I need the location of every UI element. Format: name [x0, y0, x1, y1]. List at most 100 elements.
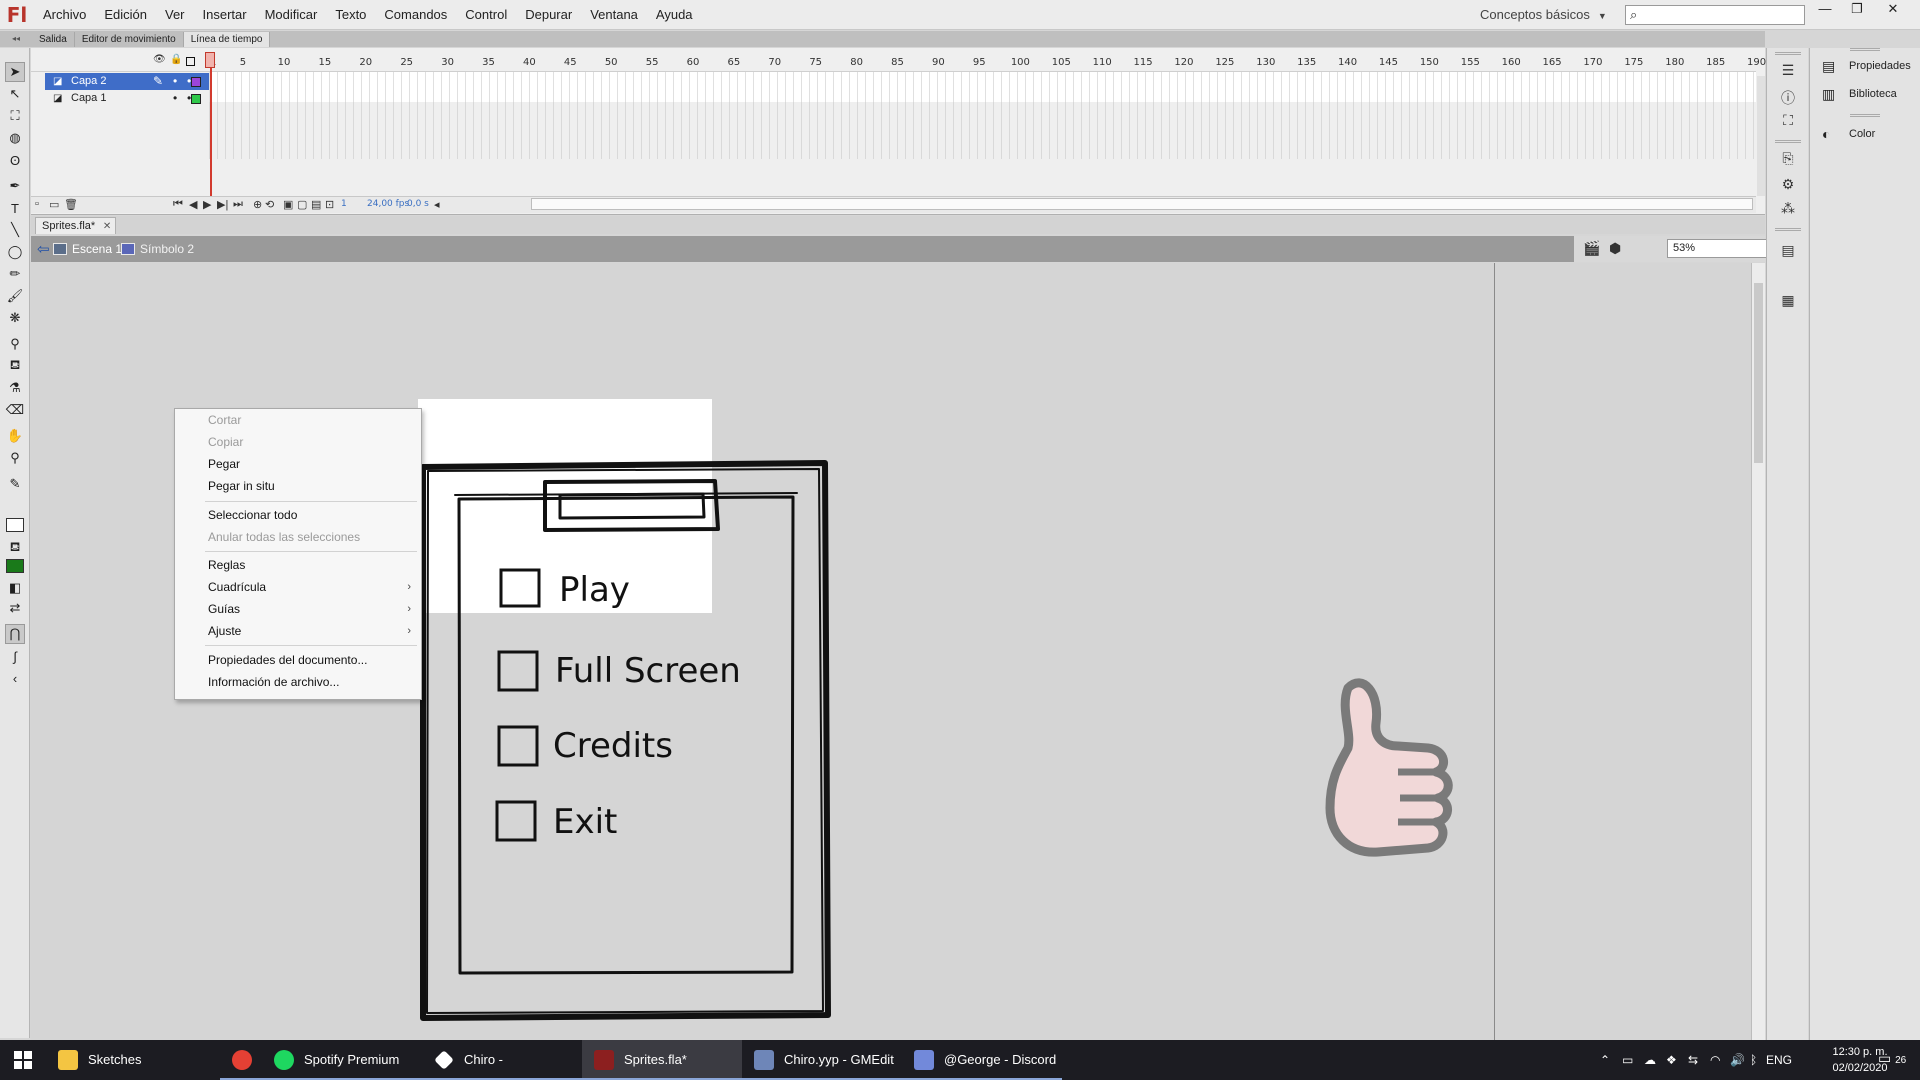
step-back-icon[interactable]: ◀: [189, 198, 197, 211]
ruler-frame-number[interactable]: 165: [1543, 57, 1562, 68]
taskbar-spotify[interactable]: Spotify Premium: [262, 1040, 422, 1080]
layer-color-swatch[interactable]: [191, 77, 201, 87]
onion-skin-icon[interactable]: ▣: [283, 198, 293, 211]
layer-capa-2[interactable]: ◪ Capa 2 ✎ • •: [45, 73, 209, 90]
minimize-button[interactable]: —: [1810, 0, 1840, 18]
taskbar-gamemaker[interactable]: Chiro - GameMake...: [422, 1040, 582, 1080]
menu-item-guias[interactable]: Guías ›: [175, 598, 421, 620]
menu-item-ajuste[interactable]: Ajuste ›: [175, 620, 421, 642]
breadcrumb-escena[interactable]: Escena 1: [53, 236, 122, 262]
zoom-tool-icon[interactable]: ⚲: [5, 448, 25, 468]
selection-tool-icon[interactable]: ➤: [5, 62, 25, 82]
menu-modificar[interactable]: Modificar: [256, 0, 327, 30]
lasso-icon[interactable]: ʘ: [5, 150, 25, 170]
ruler-frame-number[interactable]: 190: [1747, 57, 1766, 68]
notification-center[interactable]: ▭ 26: [1878, 1050, 1906, 1067]
wifi-icon[interactable]: ◠: [1710, 1040, 1720, 1080]
menu-archivo[interactable]: Archivo: [34, 0, 95, 30]
workspace-switcher[interactable]: Conceptos básicos ▼: [1480, 0, 1607, 30]
ruler-frame-number[interactable]: 115: [1134, 57, 1153, 68]
straighten-icon[interactable]: ‹: [5, 668, 25, 688]
pencil-icon[interactable]: ✏: [5, 264, 25, 284]
battery-icon[interactable]: ▭: [1622, 1040, 1633, 1080]
ruler-frame-number[interactable]: 90: [932, 57, 945, 68]
ruler-frame-number[interactable]: 50: [605, 57, 618, 68]
frame-rate[interactable]: 24,00 fps: [367, 199, 409, 209]
ruler-frame-number[interactable]: 150: [1420, 57, 1439, 68]
onion-outline-icon[interactable]: ▢: [297, 198, 307, 211]
close-button[interactable]: ✕: [1878, 0, 1908, 18]
edit-symbol-icon[interactable]: ⬢: [1609, 240, 1621, 257]
timeline-hscroll[interactable]: [531, 198, 1753, 210]
edit-multiple-icon[interactable]: ▤: [311, 198, 321, 211]
new-folder-icon[interactable]: ▭: [49, 198, 59, 211]
current-frame[interactable]: 1: [341, 199, 347, 209]
brush-icon[interactable]: 🖌: [5, 286, 25, 306]
menu-comandos[interactable]: Comandos: [375, 0, 456, 30]
step-forward-icon[interactable]: ▶|: [217, 198, 228, 211]
ruler-frame-number[interactable]: 80: [850, 57, 863, 68]
ruler-frame-number[interactable]: 155: [1461, 57, 1480, 68]
layer-color-swatch[interactable]: [191, 94, 201, 104]
panel-propiedades[interactable]: ▤ Propiedades: [1810, 54, 1920, 78]
close-icon[interactable]: ✕: [103, 218, 111, 235]
align-icon[interactable]: ☰: [1778, 62, 1798, 80]
go-last-icon[interactable]: ⏭: [233, 198, 243, 211]
back-arrow-icon[interactable]: ⇦: [37, 240, 50, 258]
free-transform-icon[interactable]: ⛶: [5, 106, 25, 126]
panel-color[interactable]: ◐ Color: [1810, 122, 1920, 146]
panel-grip[interactable]: [1850, 48, 1880, 51]
scroll-thumb[interactable]: [1754, 283, 1763, 463]
onion-markers-icon[interactable]: ⊡: [325, 198, 334, 211]
center-frame-icon[interactable]: ⊕: [253, 198, 262, 211]
menu-item-cuadricula[interactable]: Cuadrícula ›: [175, 576, 421, 598]
ruler-frame-number[interactable]: 170: [1583, 57, 1602, 68]
panel-grip[interactable]: [1775, 140, 1801, 143]
menu-item-seleccionar-todo[interactable]: Seleccionar todo: [175, 504, 421, 526]
ruler-frame-number[interactable]: 45: [564, 57, 577, 68]
eraser-icon[interactable]: ⌫: [5, 400, 25, 420]
ruler-frame-number[interactable]: 135: [1297, 57, 1316, 68]
deco-tool-icon[interactable]: ❋: [5, 308, 25, 328]
document-tab[interactable]: Sprites.fla* ✕: [35, 217, 117, 235]
panel-grip[interactable]: [1775, 52, 1801, 55]
loop-icon[interactable]: ⟲: [265, 198, 274, 211]
breadcrumb-simbolo[interactable]: Símbolo 2: [121, 236, 194, 262]
ruler-frame-number[interactable]: 180: [1665, 57, 1684, 68]
timeline-vscroll[interactable]: [1757, 76, 1765, 196]
smooth-icon[interactable]: ∫: [5, 646, 25, 666]
outline-icon[interactable]: [186, 57, 195, 66]
ruler-frame-number[interactable]: 100: [1011, 57, 1030, 68]
ruler-frame-number[interactable]: 20: [359, 57, 372, 68]
usb-icon[interactable]: ⇆: [1688, 1040, 1698, 1080]
menu-ver[interactable]: Ver: [156, 0, 194, 30]
panel-grip[interactable]: [1850, 114, 1880, 117]
bone-tool-icon[interactable]: ⚲: [5, 334, 25, 354]
tray-chevron-icon[interactable]: ⌃: [1600, 1040, 1610, 1080]
menu-texto[interactable]: Texto: [326, 0, 375, 30]
ruler-frame-number[interactable]: 5: [240, 57, 246, 68]
stroke-swatch[interactable]: [6, 518, 24, 532]
ruler-frame-number[interactable]: 95: [973, 57, 986, 68]
project-icon[interactable]: ▤: [1778, 242, 1798, 260]
3d-rotation-icon[interactable]: ◍: [5, 128, 25, 148]
paint-bucket-icon[interactable]: ⛾: [5, 356, 25, 376]
checkbox-full-screen[interactable]: [497, 650, 539, 692]
ruler-frame-number[interactable]: 30: [441, 57, 454, 68]
ruler-frame-number[interactable]: 10: [278, 57, 291, 68]
checkbox-credits[interactable]: [497, 725, 539, 767]
menu-item-pegar-in-situ[interactable]: Pegar in situ: [175, 475, 421, 497]
default-colors-icon[interactable]: ◧: [5, 578, 25, 598]
edit-scene-icon[interactable]: 🎬: [1583, 240, 1600, 257]
new-layer-icon[interactable]: ▫: [35, 198, 39, 210]
tab-editor-movimiento[interactable]: Editor de movimiento: [75, 32, 184, 47]
oval-tool-icon[interactable]: ◯: [5, 242, 25, 262]
ruler-frame-number[interactable]: 110: [1093, 57, 1112, 68]
snap-magnet-icon[interactable]: ⋂: [5, 624, 25, 644]
ruler-frame-number[interactable]: 15: [319, 57, 332, 68]
ruler-frame-number[interactable]: 145: [1379, 57, 1398, 68]
tab-salida[interactable]: Salida: [32, 32, 75, 47]
taskbar-discord[interactable]: @George - Discord: [902, 1040, 1062, 1080]
collapse-icon[interactable]: ◂◂: [0, 31, 32, 47]
layer-frames[interactable]: [209, 72, 1756, 102]
